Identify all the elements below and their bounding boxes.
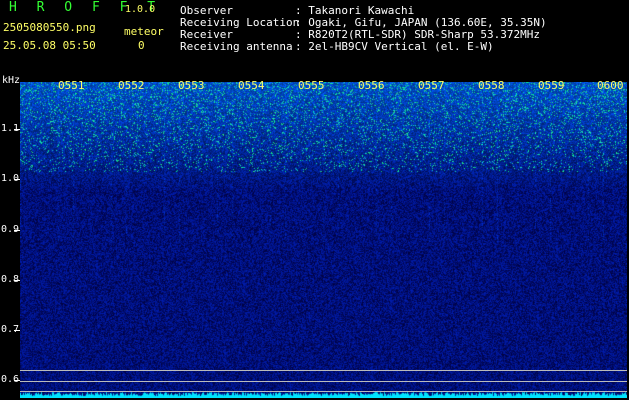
y-tick: [14, 230, 20, 231]
frequency-marker-line: [20, 391, 627, 392]
time-label-0558: 0558: [478, 79, 505, 92]
time-label-0557: 0557: [418, 79, 445, 92]
filename: 2505080550.png: [3, 21, 96, 34]
time-label-0600: 0600: [597, 79, 624, 92]
info-value-antenna: : 2el-HB9CV Vertical (el. E-W): [295, 40, 494, 53]
meteor-label: meteor: [124, 25, 164, 38]
axis-unit-label: kHz: [2, 75, 21, 86]
time-label-0556: 0556: [358, 79, 385, 92]
time-label-0555: 0555: [298, 79, 325, 92]
timestamp: 25.05.08 05:50: [3, 39, 96, 52]
time-label-0559: 0559: [538, 79, 565, 92]
frequency-marker-line: [20, 370, 627, 371]
y-tick: [14, 330, 20, 331]
time-label-0551: 0551: [58, 79, 85, 92]
meteor-count: 0: [138, 39, 145, 52]
app-version: 1.0.0: [125, 4, 156, 15]
y-tick: [14, 280, 20, 281]
y-tick: [14, 129, 20, 130]
y-tick: [14, 179, 20, 180]
time-label-0552: 0552: [118, 79, 145, 92]
spectrogram-canvas: [20, 82, 627, 398]
frequency-marker-line: [20, 381, 627, 382]
info-key-antenna: Receiving antenna: [180, 40, 293, 53]
time-label-0554: 0554: [238, 79, 265, 92]
time-label-0553: 0553: [178, 79, 205, 92]
